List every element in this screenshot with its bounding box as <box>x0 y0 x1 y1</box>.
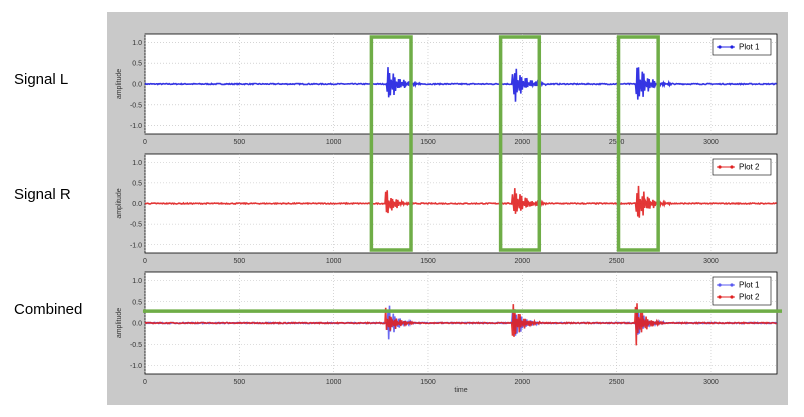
legend-label: Plot 1 <box>739 43 760 52</box>
x-tick-label: 1000 <box>326 379 342 386</box>
x-tick-label: 2000 <box>515 139 531 146</box>
y-tick-label: 1.0 <box>132 278 142 285</box>
y-tick-label: -0.5 <box>130 102 142 109</box>
x-tick-label: 0 <box>143 139 147 146</box>
y-tick-label: -0.5 <box>130 222 142 229</box>
signal-figure: 0 500 1000 1500 2000 2500 3000 1.0 0.5 0.0 -0.5 -1.… <box>107 12 788 405</box>
x-axis-label: time <box>454 387 467 394</box>
chart-panel-2: 0 500 1000 1500 2000 2500 3000 1.0 0.5 0.0 -0.5 -1.… <box>116 153 778 265</box>
x-tick-label: 0 <box>143 379 147 386</box>
x-tick-label: 2500 <box>609 379 625 386</box>
x-tick-label: 500 <box>233 379 245 386</box>
y-tick-label: -1.0 <box>130 242 142 249</box>
legend-marker <box>718 283 722 287</box>
y-tick-label: -1.0 <box>130 123 142 130</box>
y-tick-label: 1.0 <box>132 40 142 47</box>
x-tick-label: 500 <box>233 139 245 146</box>
x-tick-label: 3000 <box>703 379 719 386</box>
legend-marker <box>730 45 734 49</box>
legend-marker <box>730 295 734 299</box>
x-tick-label: 1500 <box>420 379 436 386</box>
y-axis-label: amplitude <box>116 69 123 99</box>
legend-marker <box>730 283 734 287</box>
x-tick-label: 1500 <box>420 139 436 146</box>
legend-marker <box>718 45 722 49</box>
y-tick-label: 0.0 <box>132 82 142 89</box>
y-tick-label: 1.0 <box>132 160 142 167</box>
legend-label: Plot 1 <box>739 281 760 290</box>
x-tick-label: 3000 <box>703 258 719 265</box>
legend-marker <box>730 165 734 169</box>
x-tick-label: 0 <box>143 258 147 265</box>
y-tick-label: 0.5 <box>132 180 142 187</box>
x-tick-label: 2000 <box>515 258 531 265</box>
legend-label: Plot 2 <box>739 293 760 302</box>
legend-label: Plot 2 <box>739 163 760 172</box>
y-axis-label: amplitude <box>116 308 123 338</box>
legend-marker <box>718 165 722 169</box>
x-tick-label: 2500 <box>609 139 625 146</box>
y-axis-label: amplitude <box>116 188 123 218</box>
y-tick-label: 0.0 <box>132 321 142 328</box>
y-tick-label: 0.5 <box>132 299 142 306</box>
x-tick-label: 2500 <box>609 258 625 265</box>
x-tick-label: 500 <box>233 258 245 265</box>
x-tick-label: 2000 <box>515 379 531 386</box>
y-tick-label: -1.0 <box>130 363 142 370</box>
legend-marker <box>718 295 722 299</box>
x-tick-label: 3000 <box>703 139 719 146</box>
y-tick-label: 0.5 <box>132 61 142 68</box>
y-tick-label: -0.5 <box>130 342 142 349</box>
x-tick-label: 1500 <box>420 258 436 265</box>
y-tick-label: 0.0 <box>132 201 142 208</box>
chart-panel-1: 0 500 1000 1500 2000 2500 3000 1.0 0.5 0.0 -0.5 -1.… <box>116 33 778 146</box>
x-tick-label: 1000 <box>326 139 342 146</box>
x-tick-label: 1000 <box>326 258 342 265</box>
